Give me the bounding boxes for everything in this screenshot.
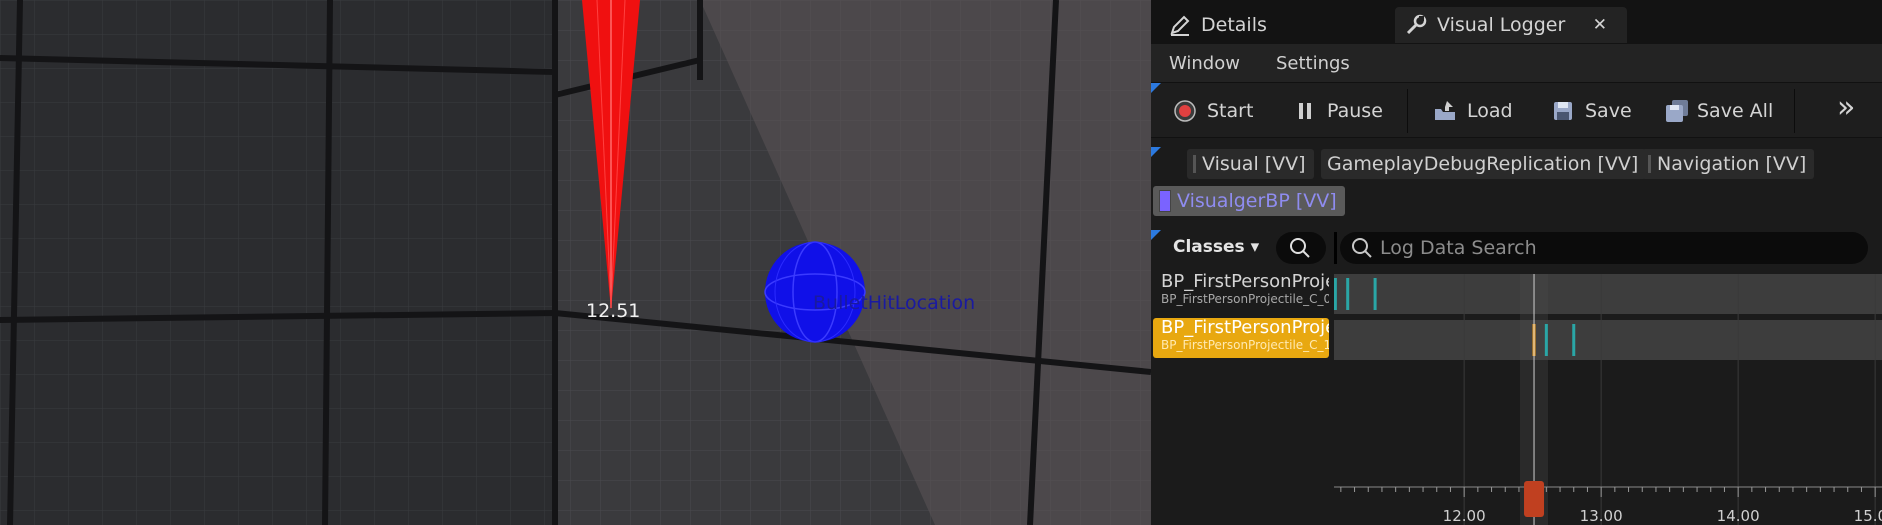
filter-chip-visualgerbp[interactable]: VisualgerBP [VV] xyxy=(1153,186,1345,216)
pause-button[interactable]: Pause xyxy=(1293,95,1383,127)
corner-marker xyxy=(1151,83,1161,93)
save-button[interactable]: Save xyxy=(1551,95,1632,127)
filter-chip-label: Visual [VV] xyxy=(1202,153,1306,175)
ruler-tick-label: 13.00 xyxy=(1580,507,1623,525)
chip-color-swatch xyxy=(1193,155,1196,173)
object-row[interactable]: BP_FirstPersonProjectile_C_0 BP_FirstPer… xyxy=(1153,272,1329,312)
object-row-selected[interactable]: BP_FirstPersonProjectile_C_1 BP_FirstPer… xyxy=(1153,318,1329,358)
close-icon[interactable]: ✕ xyxy=(1593,15,1607,35)
pause-label: Pause xyxy=(1327,100,1383,122)
pause-icon xyxy=(1293,99,1317,123)
caret-down-icon: ▾ xyxy=(1250,237,1260,257)
load-button[interactable]: Load xyxy=(1433,95,1513,127)
timeline-event-marker xyxy=(1572,324,1576,356)
object-subname: BP_FirstPersonProjectile_C_0 xyxy=(1161,292,1329,306)
filter-chip-navigation[interactable]: Navigation [VV] xyxy=(1642,149,1815,179)
menu-window[interactable]: Window xyxy=(1151,53,1258,74)
classes-label: Classes xyxy=(1173,237,1245,257)
search-icon xyxy=(1290,238,1310,258)
tab-visual-logger-label: Visual Logger xyxy=(1437,14,1566,36)
classes-dropdown[interactable]: Classes ▾ xyxy=(1173,237,1259,257)
ruler-tick-label: 12.00 xyxy=(1443,507,1486,525)
start-label: Start xyxy=(1207,100,1254,122)
level-viewport[interactable]: 12.51 BulletHitLocation xyxy=(0,0,1151,525)
corner-marker xyxy=(1151,230,1161,240)
save-label: Save xyxy=(1585,100,1632,122)
class-search-button[interactable] xyxy=(1276,232,1326,264)
filter-chip-gameplay-debug-replication[interactable]: GameplayDebugReplication [VV] xyxy=(1321,149,1647,179)
visual-logger-panel: Details Visual Logger ✕ Window Settings xyxy=(1151,0,1882,525)
timeline-lane xyxy=(1334,320,1882,360)
start-button[interactable]: Start xyxy=(1173,95,1253,127)
overflow-button[interactable]: » xyxy=(1837,89,1856,125)
timeline-event-marker xyxy=(1373,278,1377,310)
save-all-button[interactable]: Save All xyxy=(1663,95,1773,127)
timeline-lane xyxy=(1334,274,1882,314)
chip-color-swatch xyxy=(1159,190,1171,212)
object-name: BP_FirstPersonProjectile_C_0 xyxy=(1161,272,1329,292)
search-row: Classes ▾ xyxy=(1151,224,1882,274)
search-icon xyxy=(1352,238,1372,258)
viewport-scene xyxy=(0,0,1151,525)
filter-chip-label: GameplayDebugReplication [VV] xyxy=(1327,153,1639,175)
floppy-icon xyxy=(1551,99,1575,123)
cone-value-label: 12.51 xyxy=(586,300,641,322)
record-icon xyxy=(1173,99,1197,123)
filter-chip-visual[interactable]: Visual [VV] xyxy=(1187,149,1314,179)
menu-bar: Window Settings xyxy=(1151,44,1882,82)
load-label: Load xyxy=(1467,100,1513,122)
splitter[interactable] xyxy=(1334,232,1337,264)
toolbar-separator xyxy=(1794,89,1795,133)
ruler-tick-label: 15.00 xyxy=(1854,507,1882,525)
menu-settings[interactable]: Settings xyxy=(1258,53,1368,74)
category-filters: Visual [VV] GameplayDebugReplication [VV… xyxy=(1151,139,1882,223)
timeline-canvas: 12.00 13.00 14.00 15.00 xyxy=(1333,274,1882,525)
double-chevron-icon: » xyxy=(1837,89,1856,125)
timeline-event-marker xyxy=(1346,278,1350,310)
toolbar-separator xyxy=(1407,89,1408,133)
pencil-icon xyxy=(1169,14,1191,36)
filter-chip-label: Navigation [VV] xyxy=(1657,153,1807,175)
log-data-search[interactable] xyxy=(1340,232,1868,264)
filter-chip-label: VisualgerBP [VV] xyxy=(1177,190,1337,212)
ruler-tick-label: 14.00 xyxy=(1717,507,1760,525)
timeline[interactable]: 12.00 13.00 14.00 15.00 xyxy=(1333,274,1882,525)
tab-visual-logger[interactable]: Visual Logger ✕ xyxy=(1395,7,1627,43)
object-name: BP_FirstPersonProjectile_C_1 xyxy=(1161,318,1329,338)
scrub-handle xyxy=(1524,481,1545,517)
toolbar: Start Pause Load Save Save All » xyxy=(1151,82,1882,138)
chip-color-swatch xyxy=(1648,155,1651,173)
wrench-icon xyxy=(1405,14,1427,36)
save-all-label: Save All xyxy=(1697,100,1774,122)
log-data-search-input[interactable] xyxy=(1380,232,1850,264)
timeline-event-marker xyxy=(1544,324,1548,356)
tab-details-label: Details xyxy=(1201,14,1267,36)
corner-marker xyxy=(1151,147,1161,157)
tab-bar: Details Visual Logger ✕ xyxy=(1151,0,1882,44)
floppy-stack-icon xyxy=(1663,99,1688,123)
load-icon xyxy=(1433,99,1457,123)
object-subname: BP_FirstPersonProjectile_C_1 xyxy=(1161,338,1329,352)
tab-details[interactable]: Details xyxy=(1159,7,1399,43)
app-root: 12.51 BulletHitLocation Details Visual L… xyxy=(0,0,1882,525)
timeline-event-marker xyxy=(1333,278,1337,310)
hit-location-label: BulletHitLocation xyxy=(813,292,976,314)
